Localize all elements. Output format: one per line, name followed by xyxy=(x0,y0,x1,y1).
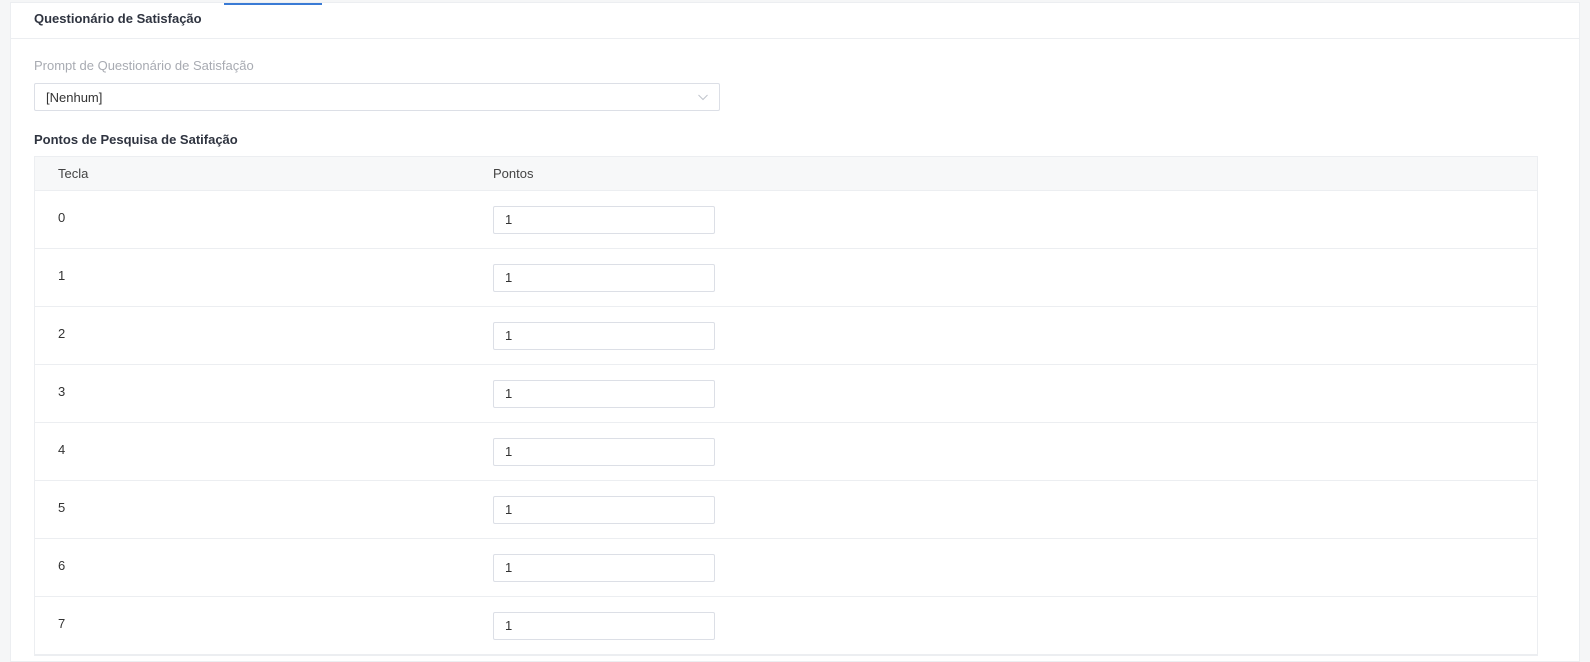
prompt-select-value: [Nenhum] xyxy=(46,89,103,105)
table-header: Tecla Pontos xyxy=(35,157,1537,191)
prompt-select[interactable]: [Nenhum] xyxy=(34,83,720,111)
table-row: 2 xyxy=(35,307,1537,365)
points-input[interactable] xyxy=(493,205,715,234)
active-tab-indicator xyxy=(224,3,322,5)
points-input[interactable] xyxy=(493,611,715,640)
points-input[interactable] xyxy=(493,379,715,408)
row-key: 2 xyxy=(58,326,66,341)
table-row: 6 xyxy=(35,539,1537,597)
table-row: 1 xyxy=(35,249,1537,307)
points-input[interactable] xyxy=(493,321,715,350)
points-input[interactable] xyxy=(493,495,715,524)
row-key: 4 xyxy=(58,442,66,457)
table-row: 5 xyxy=(35,481,1537,539)
row-key: 7 xyxy=(58,616,66,631)
section-title: Questionário de Satisfação xyxy=(34,11,202,26)
satisfaction-survey-card: Questionário de Satisfação Prompt de Que… xyxy=(10,2,1580,662)
column-header-points: Pontos xyxy=(493,166,534,181)
points-input[interactable] xyxy=(493,263,715,292)
row-key: 0 xyxy=(58,210,66,225)
table-row: 3 xyxy=(35,365,1537,423)
table-row: 7 xyxy=(35,597,1537,655)
table-row: 0 xyxy=(35,191,1537,249)
table-row: 4 xyxy=(35,423,1537,481)
row-key: 3 xyxy=(58,384,66,399)
points-input[interactable] xyxy=(493,437,715,466)
row-key: 6 xyxy=(58,558,66,573)
prompt-field-label: Prompt de Questionário de Satisfação xyxy=(34,58,254,73)
row-key: 5 xyxy=(58,500,66,515)
chevron-down-icon xyxy=(698,94,708,101)
column-header-key: Tecla xyxy=(58,166,89,181)
points-table: Tecla Pontos 0 1 2 3 4 5 6 xyxy=(34,156,1538,656)
card-header: Questionário de Satisfação xyxy=(11,3,1579,39)
points-input[interactable] xyxy=(493,553,715,582)
row-key: 1 xyxy=(58,268,66,283)
points-section-title: Pontos de Pesquisa de Satifação xyxy=(34,132,238,147)
